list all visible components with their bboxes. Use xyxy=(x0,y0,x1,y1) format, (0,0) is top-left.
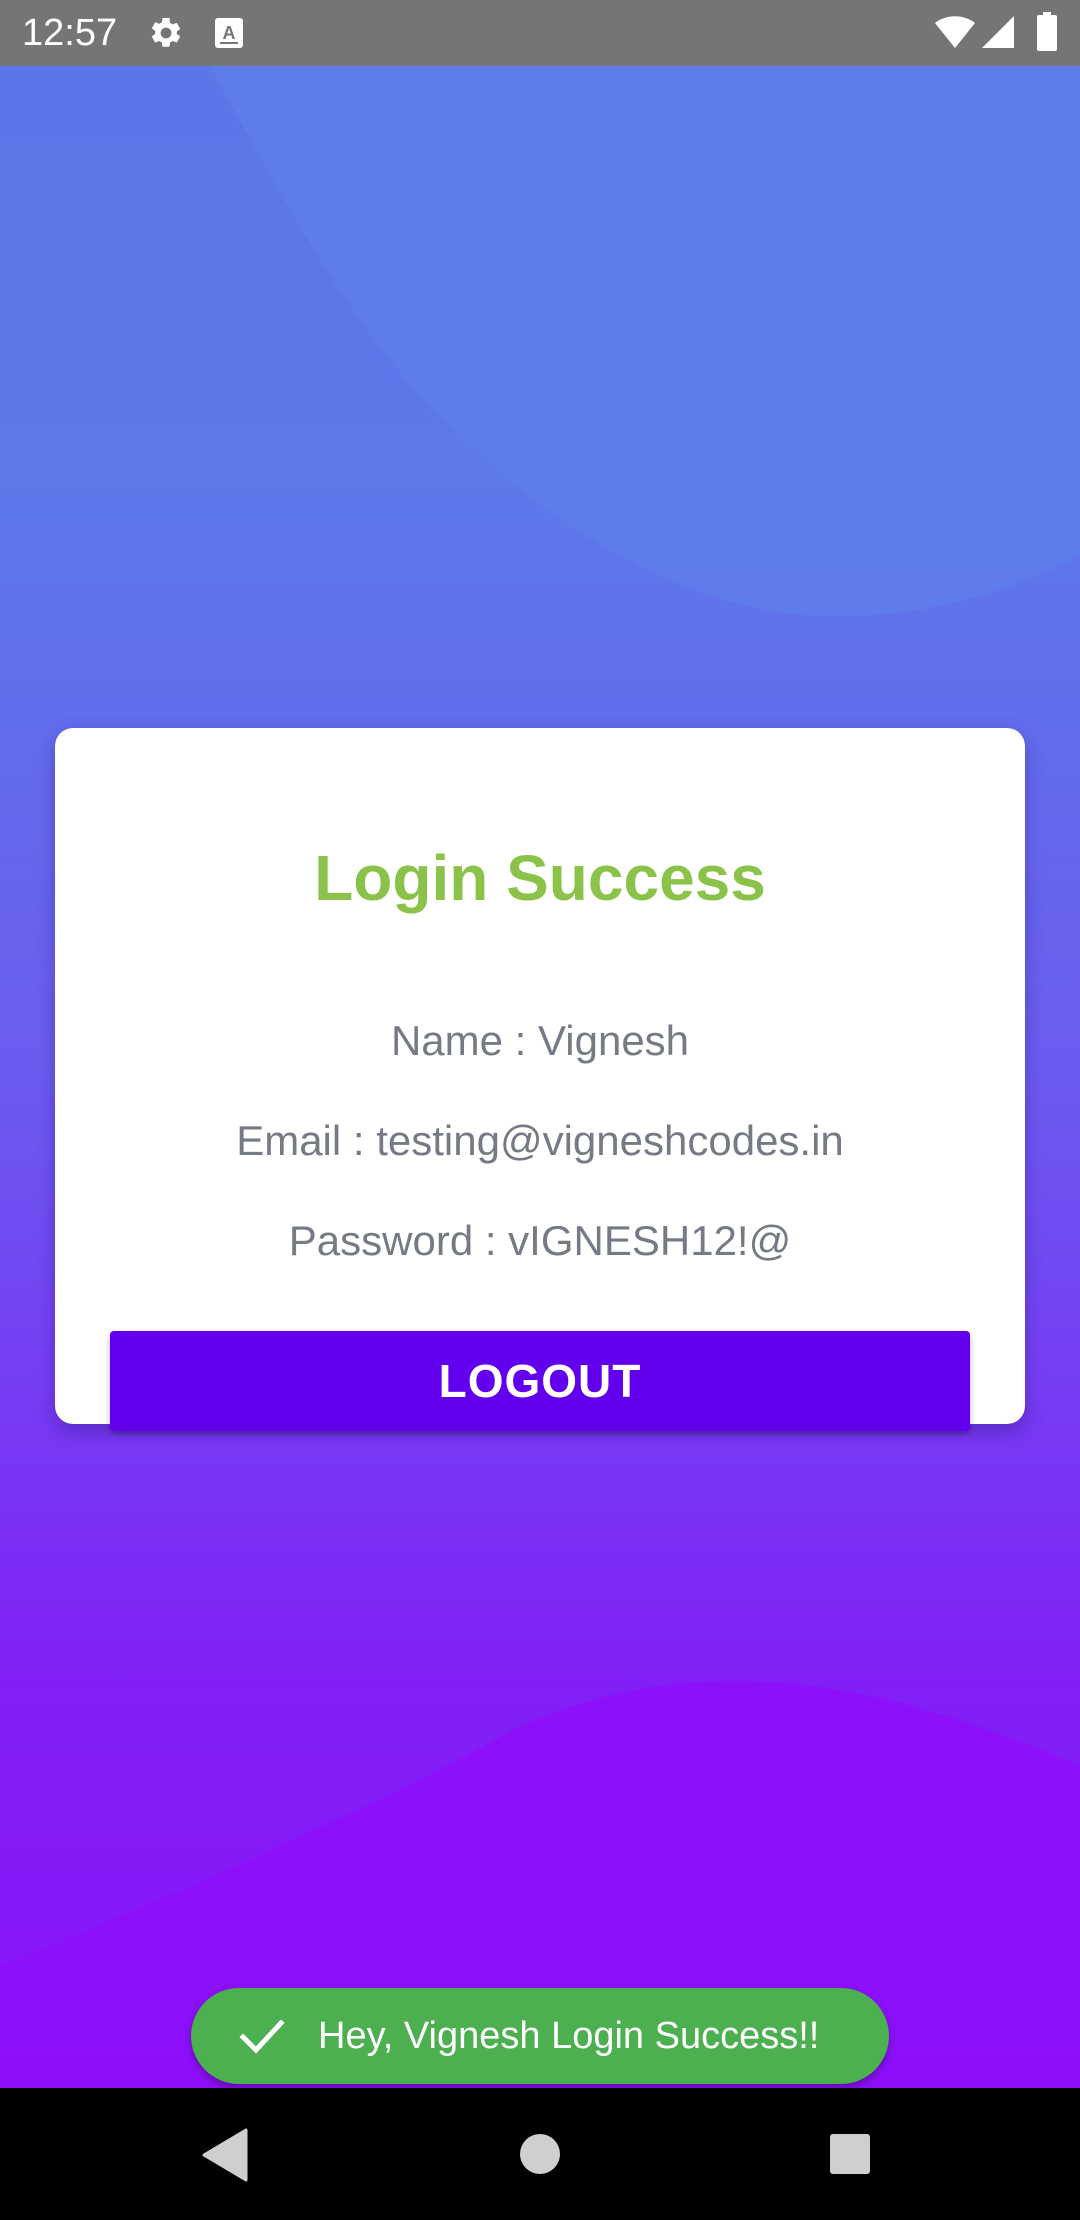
card-title: Login Success xyxy=(314,842,766,914)
check-icon xyxy=(239,2019,285,2054)
email-text: Email : testing@vigneshcodes.in xyxy=(236,1117,844,1164)
battery-icon xyxy=(1037,12,1057,51)
password-text: Password : vIGNESH12!@ xyxy=(288,1217,792,1264)
recents-icon[interactable] xyxy=(828,2132,872,2176)
a-notification-icon: A xyxy=(215,18,243,48)
phone-screen: 12:57 A Login Success Name: Vignesh Ema… xyxy=(0,0,1080,2220)
app-background: Login Success Name : Vignesh Email : tes… xyxy=(0,66,1080,2088)
logout-button[interactable]: LOGOUT xyxy=(110,1331,970,1431)
status-bar: 12:57 A xyxy=(0,0,1080,66)
toast-message: Hey, Vignesh Login Success!! xyxy=(318,2015,820,2057)
wifi-icon xyxy=(935,16,975,48)
navigation-bar xyxy=(0,2088,1080,2220)
settings-icon xyxy=(151,17,181,47)
name-text: Name : Vignesh xyxy=(390,1017,690,1064)
success-toast: Hey, Vignesh Login Success!! xyxy=(191,1988,889,2084)
home-icon[interactable] xyxy=(518,2132,562,2176)
signal-icon xyxy=(982,16,1014,48)
login-success-card: Login Success Name : Vignesh Email : tes… xyxy=(55,728,1025,1431)
status-time: 12:57 xyxy=(22,12,118,54)
back-icon[interactable] xyxy=(200,2128,250,2182)
svg-text:A: A xyxy=(223,23,236,43)
